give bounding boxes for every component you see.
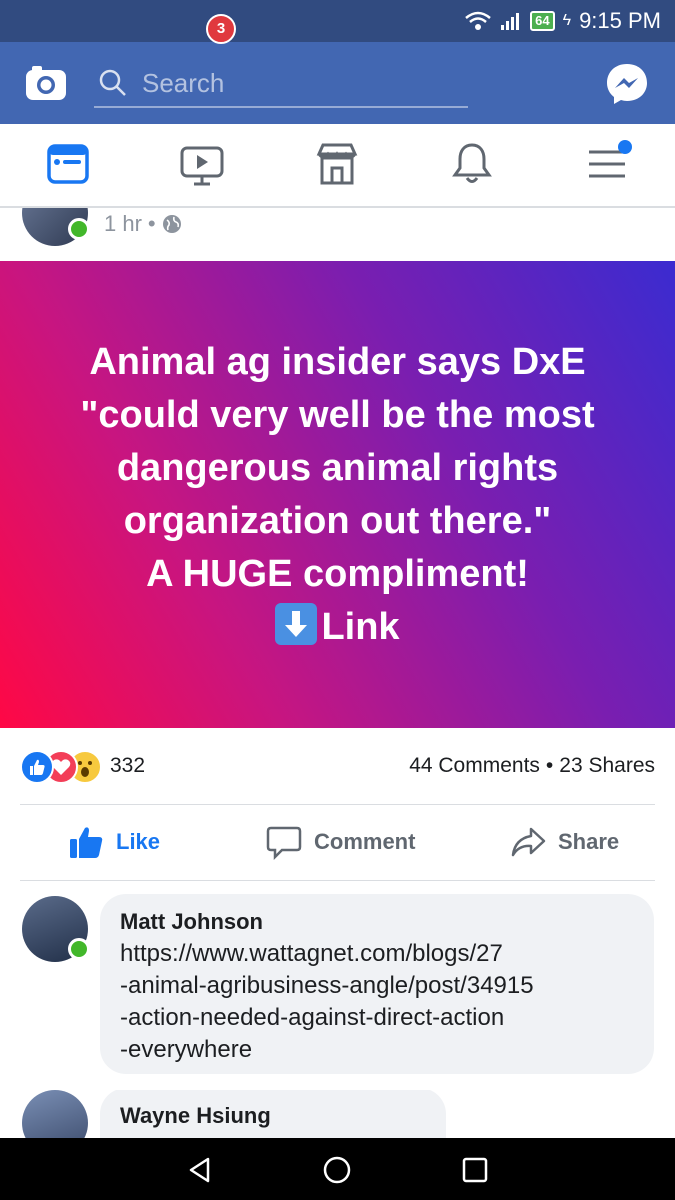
divider (20, 880, 655, 881)
comment-bubble: Wayne Hsiung (100, 1090, 446, 1138)
charging-icon: ϟ (562, 12, 572, 29)
post-time[interactable]: 1 hr (104, 211, 142, 237)
watch-icon[interactable] (178, 140, 226, 188)
meta-separator: • (147, 211, 156, 236)
share-icon (511, 827, 546, 857)
news-feed-icon[interactable] (44, 140, 92, 188)
camera-icon[interactable] (24, 64, 68, 102)
status-icons: 64 ϟ 9:15 PM (464, 8, 661, 34)
commenter-name[interactable]: Wayne Hsiung (120, 1100, 426, 1132)
banner-line: dangerous animal rights (116, 446, 559, 489)
comment-item: Wayne Hsiung (22, 1090, 662, 1138)
comment-line: -action-needed-against-direct-action (120, 1004, 505, 1031)
divider (20, 804, 655, 805)
comment-link[interactable]: https://www.wattagnet.com/blogs/27 -anim… (120, 938, 620, 1066)
back-icon[interactable] (186, 1156, 214, 1184)
like-reaction-icon (20, 750, 54, 784)
notifications-icon[interactable] (448, 140, 496, 188)
status-bar: 64 ϟ 9:15 PM (0, 0, 675, 42)
banner-line: organization out there." (123, 499, 552, 542)
comment-icon (266, 826, 302, 860)
banner-line: "could very well be the most (80, 393, 595, 436)
comment-line: -animal-agribusiness-angle/post/34915 (120, 972, 534, 999)
battery-indicator: 64 (530, 11, 555, 31)
system-nav-bar (0, 1138, 675, 1200)
post-header: 1 hr • (0, 208, 675, 260)
engagement-counts: 44 Comments • 23 Shares (409, 754, 655, 778)
like-icon (70, 827, 103, 858)
commenter-name[interactable]: Matt Johnson (120, 906, 634, 938)
banner-line: A HUGE compliment! (146, 552, 529, 595)
tab-bar (0, 124, 675, 208)
banner-text: Animal ag insider says DxE "could very w… (38, 336, 638, 654)
search-placeholder: Search (142, 67, 225, 98)
recents-icon[interactable] (462, 1157, 488, 1183)
online-indicator (68, 218, 90, 240)
wifi-icon (465, 11, 491, 30)
signal-icon (501, 13, 520, 30)
comment-label: Comment (314, 829, 416, 854)
like-label: Like (116, 829, 161, 854)
comment-line: https://www.wattagnet.com/blogs/27 (120, 940, 503, 967)
post-meta: 1 hr • (104, 211, 182, 237)
commenter-avatar[interactable] (22, 1090, 88, 1138)
post-actions: Like Comment Share (0, 806, 675, 880)
comments-count[interactable]: 44 Comments (409, 754, 540, 778)
banner-link-line: Link (38, 601, 638, 654)
down-arrow-icon (275, 602, 318, 645)
reaction-count: 332 (110, 754, 146, 777)
menu-notification-dot (618, 140, 632, 154)
watch-badge: 3 (206, 14, 236, 44)
like-button[interactable]: Like (68, 824, 160, 860)
search-icon (99, 69, 126, 96)
banner-link-text: Link (321, 605, 400, 648)
banner-line: Animal ag insider says DxE (89, 340, 586, 383)
app-bar: Search (0, 42, 675, 124)
share-label: Share (558, 829, 620, 854)
status-time: 9:15 PM (579, 8, 661, 33)
share-button[interactable]: Share (510, 824, 619, 860)
search-input[interactable]: Search (94, 60, 468, 108)
shares-count[interactable]: 23 Shares (559, 754, 655, 778)
online-indicator (68, 938, 90, 960)
marketplace-icon[interactable] (313, 140, 361, 188)
globe-icon (162, 215, 181, 233)
comment-button[interactable]: Comment (266, 824, 415, 860)
post-banner[interactable]: Animal ag insider says DxE "could very w… (0, 261, 675, 728)
counts-separator: • (545, 754, 554, 777)
comment-line: -everywhere (120, 1036, 253, 1063)
home-icon[interactable] (322, 1155, 352, 1185)
reactions-row[interactable]: 332 44 Comments • 23 Shares (20, 750, 655, 784)
comment-bubble: Matt Johnson https://www.wattagnet.com/b… (100, 894, 654, 1074)
messenger-icon[interactable] (605, 62, 649, 106)
